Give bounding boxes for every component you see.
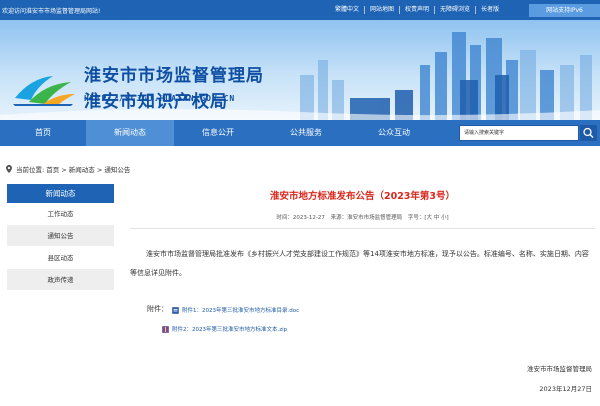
search-button[interactable] <box>580 125 597 141</box>
search-icon <box>583 127 594 138</box>
sidebar-header: 新闻动态 <box>7 184 114 203</box>
attachment-2-name[interactable]: 附件2：2023年第三批淮安市地方标准文本.zip <box>172 325 287 333</box>
meta-divider <box>130 228 595 229</box>
article-meta: 时间：2023-12-27 来源：淮安市市场监督管理局 字号：[大 中 小] <box>130 213 595 221</box>
ipv6-badge: 网站支持IPv6 <box>529 4 600 17</box>
font-size-controls[interactable]: 字号：[大 中 小] <box>408 215 449 221</box>
zip-file-icon <box>162 325 169 333</box>
sidebar: 新闻动态 工作动态 通知公告 县区动态 政声传递 <box>7 184 114 291</box>
link-elder-mode[interactable]: 长者版 <box>475 6 504 14</box>
doc-file-icon <box>172 306 179 314</box>
link-site-map[interactable]: 网站地图 <box>364 6 399 14</box>
header-banner: 淮安市市场监督管理局 淮安市知识产权局 <box>0 20 600 120</box>
sidebar-item-policy-voice[interactable]: 政声传递 <box>7 269 114 291</box>
nav-item-home[interactable]: 首页 <box>0 120 86 146</box>
sidebar-item-notices[interactable]: 通知公告 <box>7 225 114 247</box>
breadcrumb-prefix: 当前位置: <box>16 166 45 174</box>
link-accessibility[interactable]: 无障碍浏览 <box>434 6 475 14</box>
attachments-label: 附件： <box>147 305 168 313</box>
site-title-line1: 淮安市市场监督管理局 <box>84 66 264 86</box>
signature-org: 淮安市市场监督管理局 <box>527 365 592 373</box>
attachment-1-name[interactable]: 附件1：2023年第三批淮安市地方标准目录.doc <box>182 306 299 314</box>
site-domain: HTTP://SCJGJ.HUAIAN.GOV.CN <box>84 94 236 103</box>
nav-item-public-service[interactable]: 公共服务 <box>262 120 350 146</box>
article-title: 淮安市地方标准发布公告（2023年第3号） <box>269 191 456 202</box>
breadcrumb: 当前位置: 首页 > 新闻动态 > 通知公告 <box>6 164 130 174</box>
article-source: 来源：淮安市市场监督管理局 <box>330 215 403 221</box>
search-input[interactable]: 请输入搜索关键字 <box>459 125 579 141</box>
link-rights-statement[interactable]: 权责声明 <box>399 6 434 14</box>
bureau-logo-icon <box>13 76 75 106</box>
breadcrumb-path[interactable]: 首页 > 新闻动态 > 通知公告 <box>46 164 130 174</box>
nav-item-news[interactable]: 新闻动态 <box>86 120 174 146</box>
attachment-link-1[interactable]: 附件1：2023年第三批淮安市地方标准目录.doc <box>172 306 299 314</box>
nav-item-info-disclosure[interactable]: 信息公开 <box>174 120 262 146</box>
sidebar-item-work-news[interactable]: 工作动态 <box>7 203 114 225</box>
utility-links: 繁體中文 网站地图 权责声明 无障碍浏览 长者版 <box>330 6 504 14</box>
nav-item-public-interaction[interactable]: 公众互动 <box>350 120 438 146</box>
welcome-text: 欢迎访问淮安市市场监督管理局网站! <box>2 8 101 15</box>
article-body: 淮安市市场监督管理局批准发布《乡村振兴人才党支部建设工作规范》等14项淮安市地方… <box>130 250 589 277</box>
top-utility-bar: 欢迎访问淮安市市场监督管理局网站! 繁體中文 网站地图 权责声明 无障碍浏览 长… <box>0 0 600 20</box>
attachment-link-2[interactable]: 附件2：2023年第三批淮安市地方标准文本.zip <box>162 325 287 333</box>
location-pin-icon <box>6 165 12 173</box>
sidebar-item-county-news[interactable]: 县区动态 <box>7 247 114 269</box>
article-time: 时间：2023-12-27 <box>276 215 325 221</box>
signature-date: 2023年12月27日 <box>539 385 592 393</box>
link-traditional-chinese[interactable]: 繁體中文 <box>330 6 364 14</box>
